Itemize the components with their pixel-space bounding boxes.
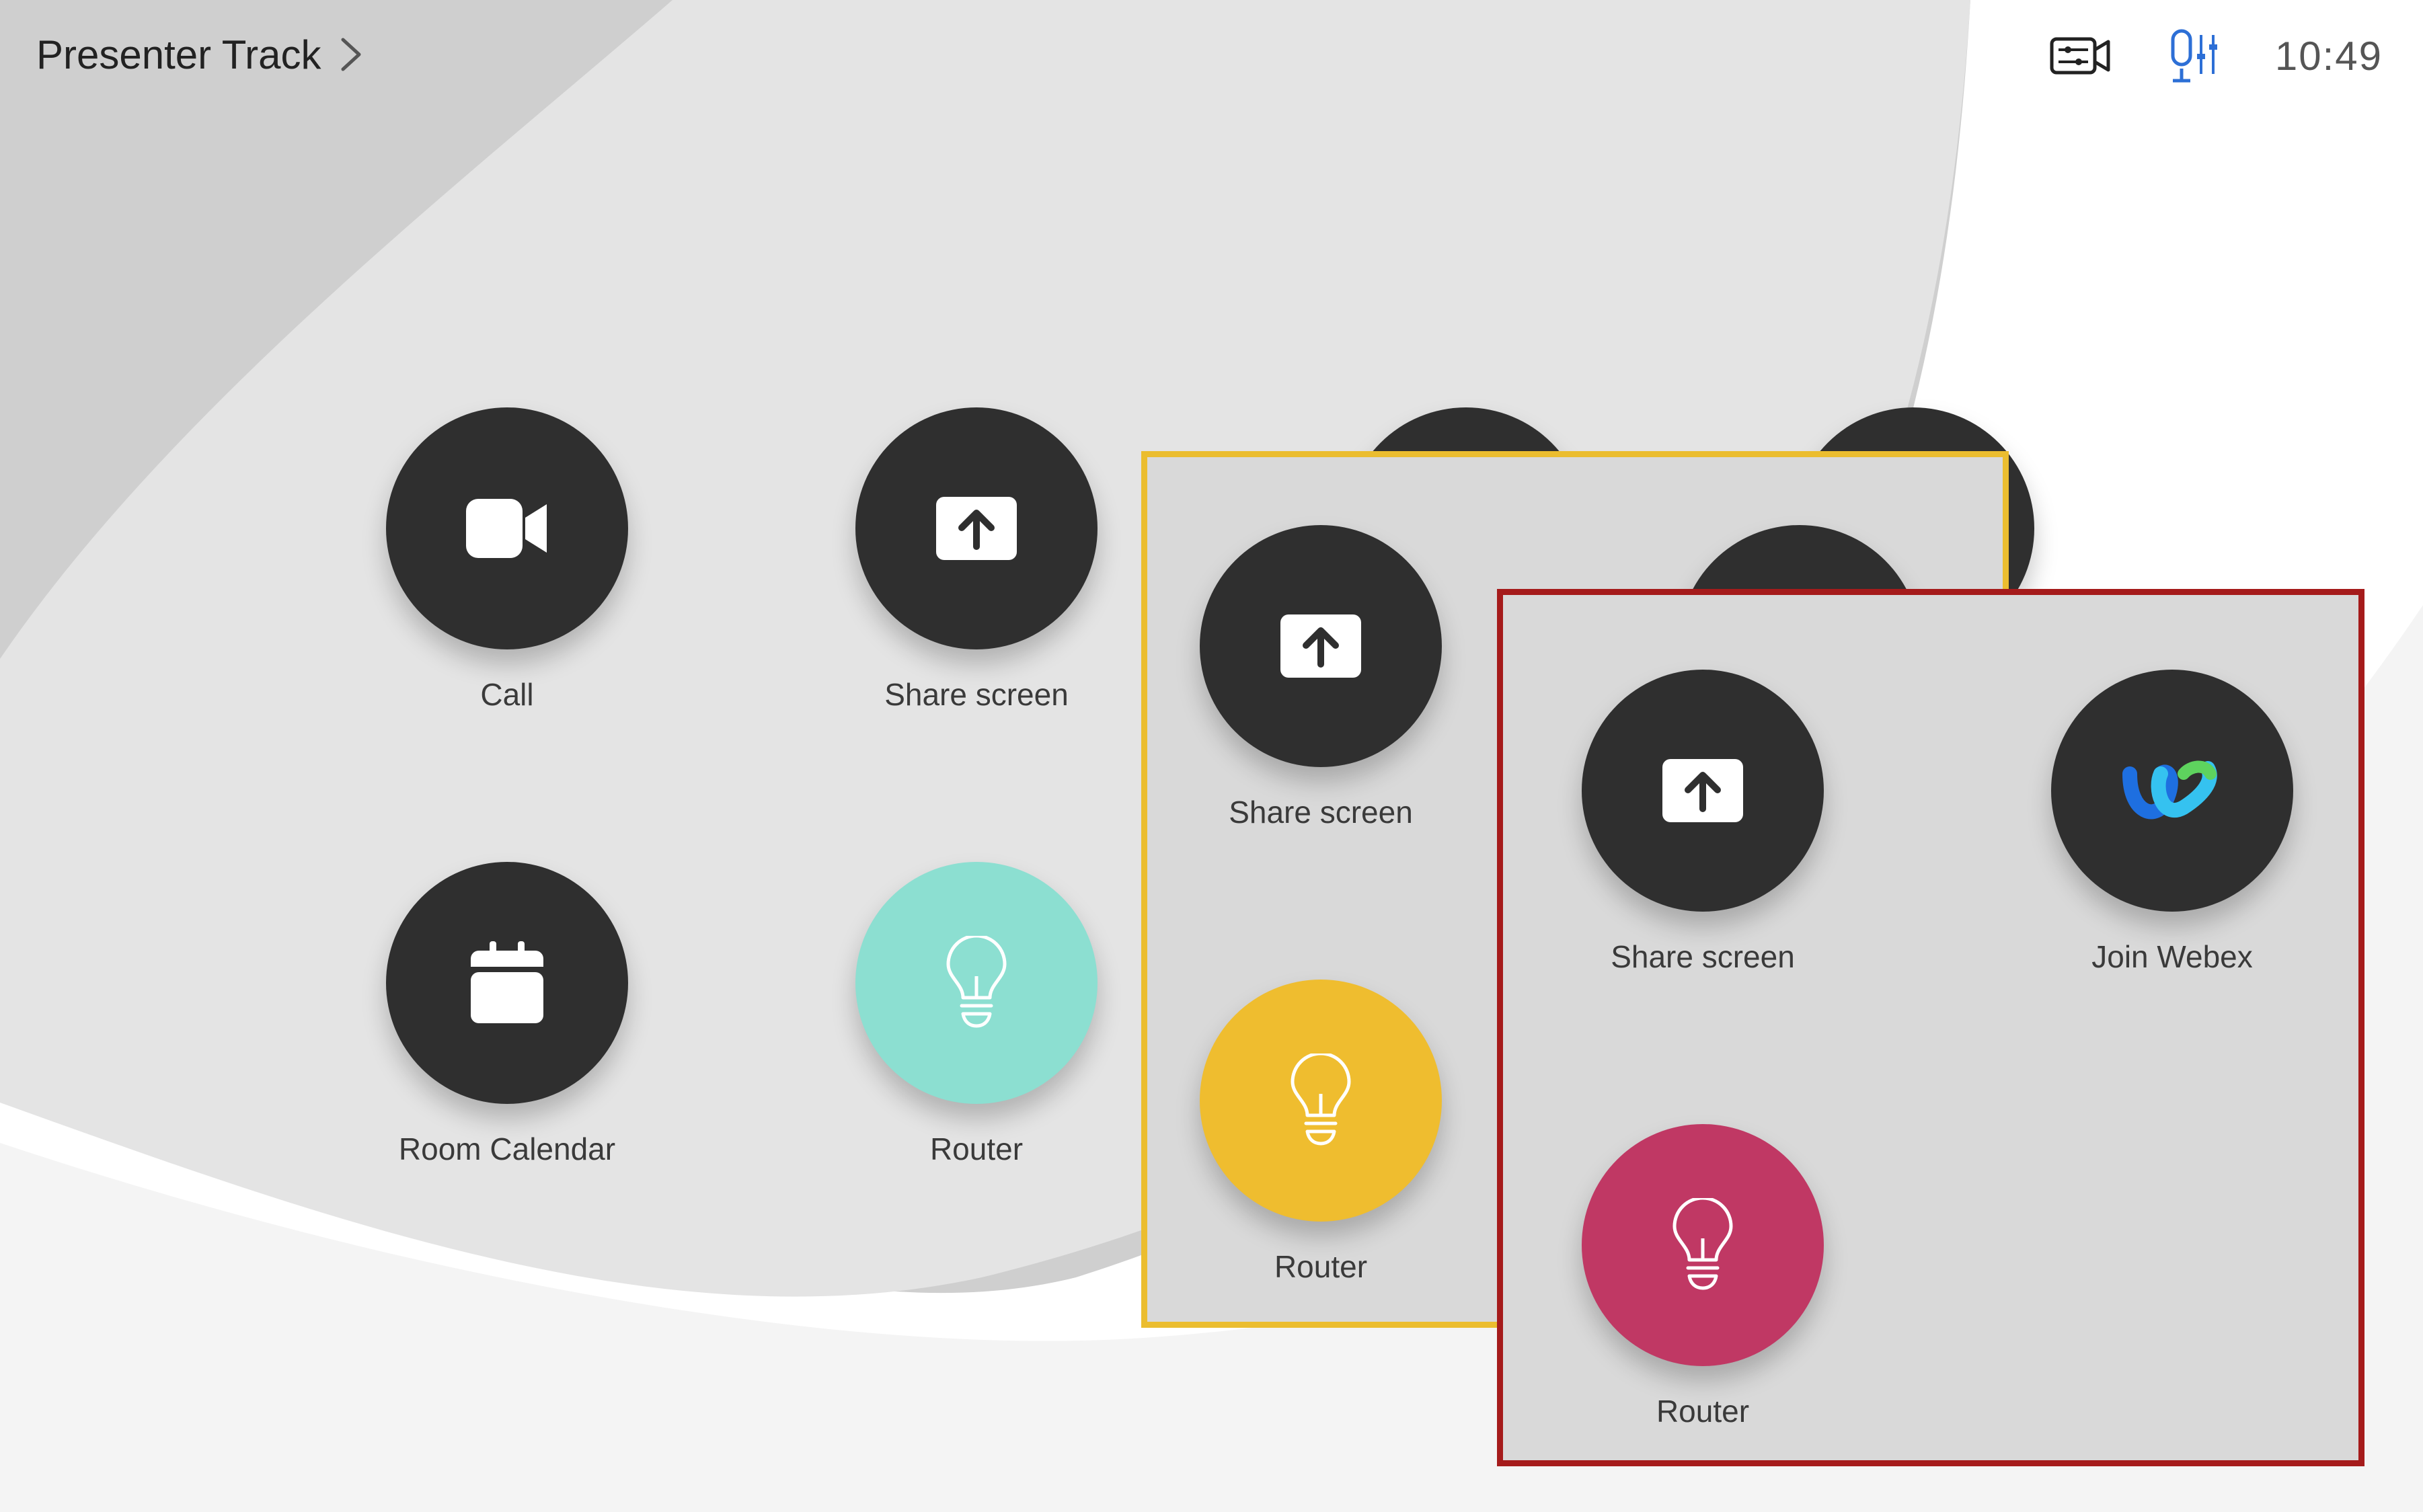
zoom-panel-red: Share screen Join Webex Router [1497,589,2364,1466]
router-tile[interactable]: Router [855,862,1098,1166]
share-screen-icon [1662,759,1743,822]
router-button[interactable] [1582,1124,1824,1366]
router-button[interactable] [1200,980,1442,1222]
lightbulb-icon [946,936,1007,1028]
tile-label: Share screen [1229,795,1413,830]
share-screen-button[interactable] [1582,670,1824,912]
clock: 10:49 [2274,33,2383,79]
mic-settings-icon[interactable] [2159,27,2224,85]
webex-logo-icon [2122,760,2217,820]
breadcrumb[interactable]: Presenter Track [36,26,366,83]
lightbulb-icon [1672,1198,1733,1290]
lightbulb-icon [1291,1053,1351,1146]
call-tile[interactable]: Call [386,407,628,712]
share-screen-tile[interactable]: Share screen [1200,525,1442,830]
chevron-right-icon [341,38,360,71]
tile-label: Room Calendar [398,1131,616,1166]
share-screen-icon [936,497,1017,560]
router-tile[interactable]: Router [1582,1124,1824,1429]
room-calendar-tile[interactable]: Room Calendar [386,862,628,1166]
join-webex-button[interactable] [2051,670,2293,912]
call-button[interactable] [386,407,628,649]
tile-label: Router [1274,1249,1368,1284]
tile-label: Share screen [1611,939,1795,974]
share-screen-button[interactable] [855,407,1098,649]
video-camera-icon [466,499,547,558]
camera-settings-icon[interactable] [2048,27,2112,85]
tile-label: Router [929,1131,1024,1166]
page-title: Presenter Track [36,32,321,77]
tile-label: Share screen [884,677,1069,712]
tile-label: Call [480,677,534,712]
calendar-icon [471,941,543,1023]
share-screen-button[interactable] [1200,525,1442,767]
share-screen-tile[interactable]: Share screen [855,407,1098,712]
tile-label: Join Webex [2091,939,2253,974]
room-calendar-button[interactable] [386,862,628,1104]
router-button[interactable] [855,862,1098,1104]
router-tile[interactable]: Router [1200,980,1442,1284]
tile-label: Router [1656,1394,1750,1429]
share-screen-icon [1280,614,1361,678]
share-screen-tile[interactable]: Share screen [1582,670,1824,974]
join-webex-tile[interactable]: Join Webex [2051,670,2293,974]
